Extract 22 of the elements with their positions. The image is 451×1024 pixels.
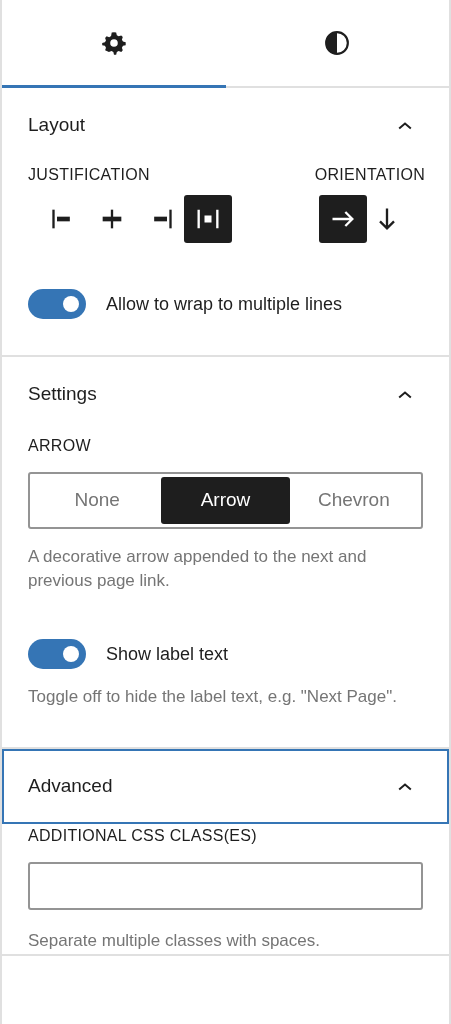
panel-header[interactable]: Settings xyxy=(2,357,449,432)
toggle-label: Show label text xyxy=(106,642,229,666)
field-label: JUSTIFICATION xyxy=(28,165,151,185)
help-text: A decorative arrow appended to the next and previous page link. xyxy=(28,546,368,592)
toggle-label: Allow to wrap to multiple lines xyxy=(106,292,343,316)
help-text: Separate multiple classes with spaces. xyxy=(28,930,321,952)
field-label: ADDITIONAL CSS CLASS(ES) xyxy=(28,826,258,846)
toggle-switch[interactable] xyxy=(28,289,86,319)
panel-header[interactable]: Layout xyxy=(2,88,449,163)
option-button[interactable] xyxy=(184,195,232,243)
field-label: ORIENTATION xyxy=(314,165,425,185)
help-text: Toggle off to hide the label text, e.g. "Next Page". xyxy=(28,686,398,708)
segment-option[interactable]: Arrow xyxy=(161,477,290,524)
segment-option[interactable]: None xyxy=(33,477,162,524)
segment-option[interactable]: Chevron xyxy=(289,477,418,524)
toggle-switch[interactable] xyxy=(28,639,86,669)
css-class-input[interactable] xyxy=(28,862,423,910)
option-button[interactable] xyxy=(318,195,367,243)
field-label: ARROW xyxy=(28,436,92,456)
panel-header[interactable]: Advanced xyxy=(2,749,449,824)
half-circle-icon xyxy=(324,29,351,56)
settings-icon xyxy=(100,29,127,56)
